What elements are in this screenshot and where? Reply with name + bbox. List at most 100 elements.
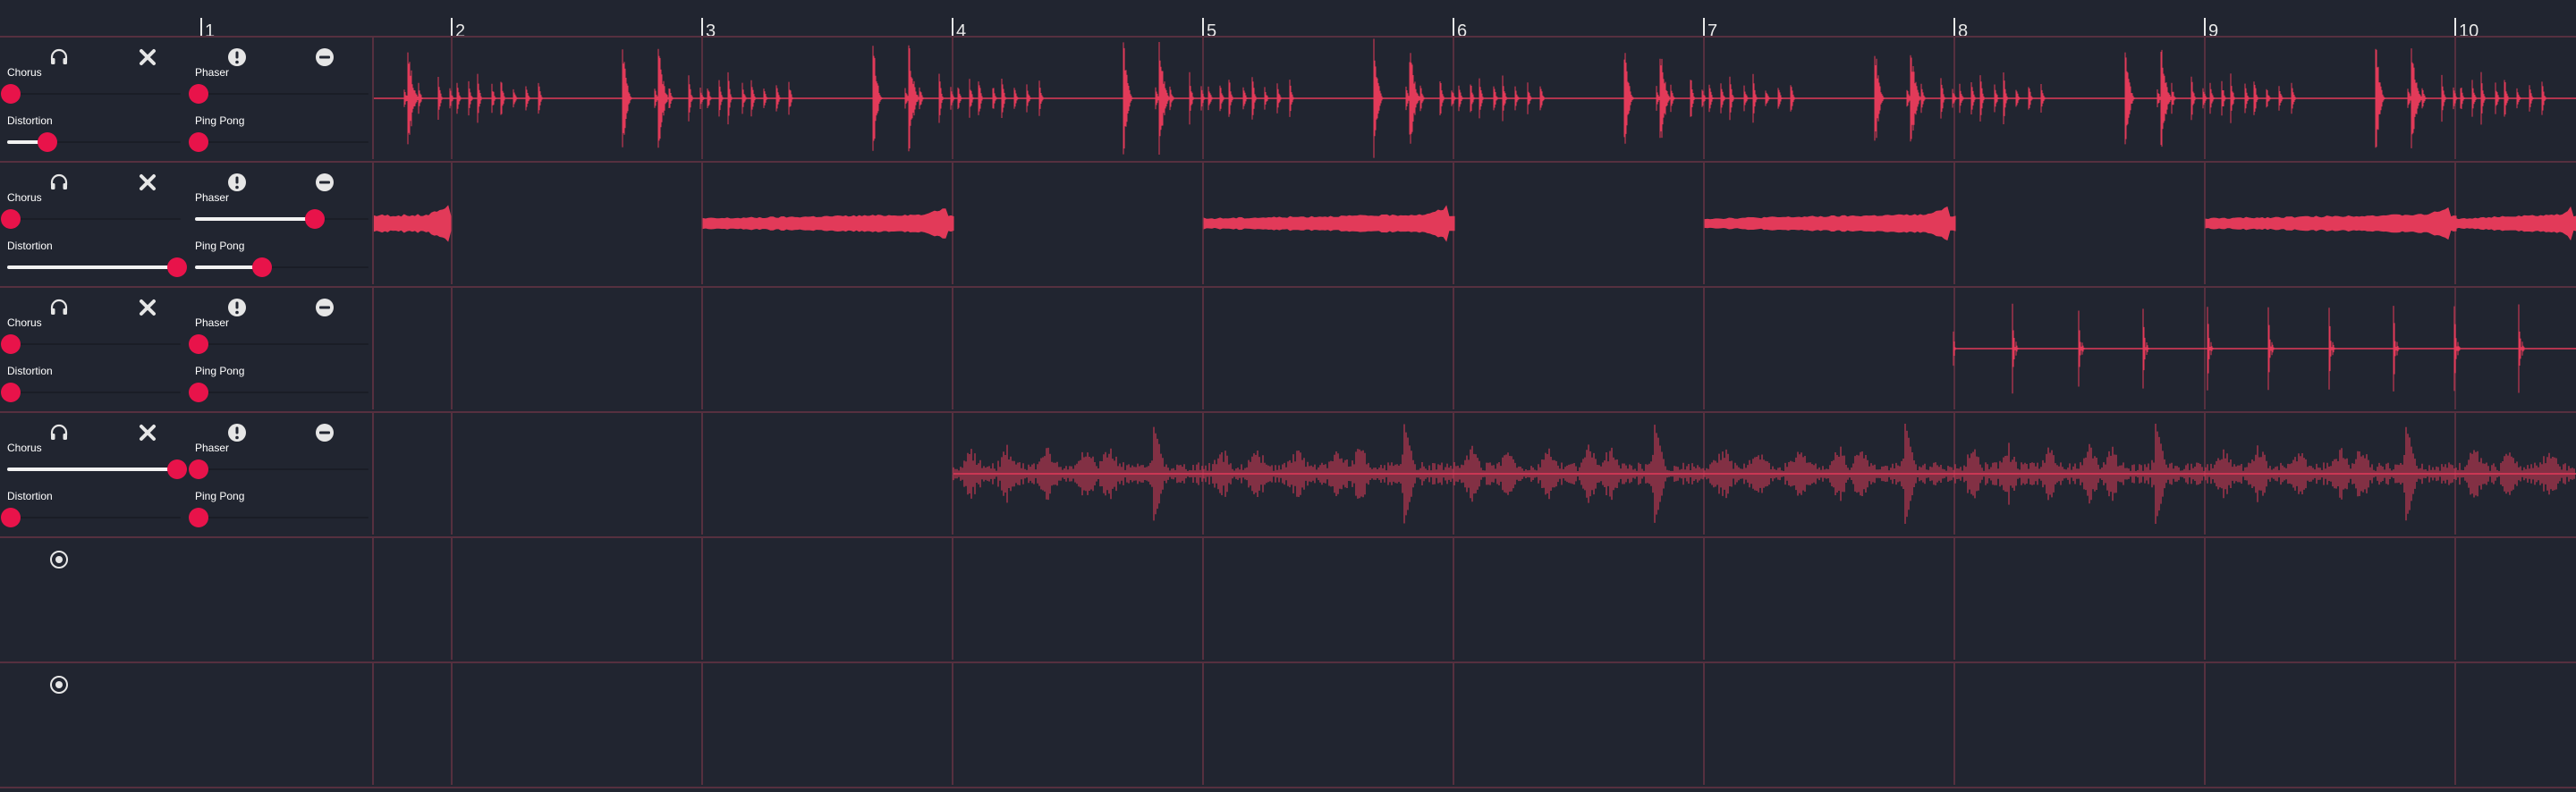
phaser-slider-knob[interactable] xyxy=(189,459,208,479)
chorus-label: Chorus xyxy=(7,316,42,329)
alert-icon[interactable] xyxy=(226,172,248,193)
record-icon[interactable] xyxy=(48,674,70,695)
track-lane[interactable] xyxy=(374,413,2576,535)
pingpong-slider[interactable] xyxy=(189,129,369,156)
pad-clip xyxy=(2205,206,2457,240)
track-row: Chorus Phaser Distortion Ping Pong xyxy=(0,286,2576,409)
headphones-icon[interactable] xyxy=(48,172,70,193)
chorus-label: Chorus xyxy=(7,66,42,79)
phaser-slider[interactable] xyxy=(189,331,369,358)
track-controls: Chorus Phaser Distortion Ping Pong xyxy=(0,38,374,159)
track-row: Chorus Phaser Distortion Ping Pong xyxy=(0,411,2576,535)
chorus-control: Chorus xyxy=(1,191,186,240)
close-icon[interactable] xyxy=(137,46,158,68)
alert-icon[interactable] xyxy=(226,46,248,68)
phaser-slider-track[interactable] xyxy=(195,93,369,95)
pingpong-control: Ping Pong xyxy=(189,114,374,163)
close-icon[interactable] xyxy=(137,422,158,443)
phaser-slider-knob[interactable] xyxy=(189,334,208,354)
distortion-slider-knob[interactable] xyxy=(1,508,21,527)
chorus-slider[interactable] xyxy=(1,331,181,358)
track-row xyxy=(0,661,2576,785)
phaser-control: Phaser xyxy=(189,316,374,365)
phaser-slider-fill xyxy=(195,217,312,221)
chorus-slider[interactable] xyxy=(7,456,187,483)
close-icon[interactable] xyxy=(137,172,158,193)
phaser-label: Phaser xyxy=(195,316,230,329)
bar-tick xyxy=(2204,18,2206,36)
lane-canvas xyxy=(451,288,2576,409)
headphones-icon[interactable] xyxy=(48,297,70,318)
headphones-icon[interactable] xyxy=(48,46,70,68)
track-lane[interactable] xyxy=(374,538,2576,660)
distortion-slider-knob[interactable] xyxy=(37,132,57,152)
phaser-slider-track[interactable] xyxy=(195,343,369,345)
headphones-icon[interactable] xyxy=(48,422,70,443)
distortion-slider[interactable] xyxy=(7,254,187,281)
lane-canvas xyxy=(451,663,2456,785)
track-lane[interactable] xyxy=(374,663,2576,785)
pingpong-slider[interactable] xyxy=(195,254,369,281)
distortion-slider-knob[interactable] xyxy=(1,383,21,402)
close-icon[interactable] xyxy=(137,297,158,318)
phaser-slider[interactable] xyxy=(189,456,369,483)
distortion-control: Distortion xyxy=(1,490,186,538)
chorus-slider-track[interactable] xyxy=(7,343,181,345)
pingpong-slider[interactable] xyxy=(189,504,369,531)
phaser-slider-knob[interactable] xyxy=(305,209,326,229)
pingpong-slider-knob[interactable] xyxy=(189,132,208,152)
pingpong-slider-knob[interactable] xyxy=(251,257,272,277)
bar-tick xyxy=(1953,18,1955,36)
track-lane[interactable] xyxy=(374,288,2576,409)
alert-icon[interactable] xyxy=(226,297,248,318)
timeline-ruler[interactable]: 1 2 3 4 5 6 7 8 9 10 xyxy=(0,0,2576,41)
minus-circle-icon[interactable] xyxy=(314,422,335,443)
distortion-slider-knob[interactable] xyxy=(167,257,187,277)
distortion-slider[interactable] xyxy=(1,504,181,531)
chorus-slider[interactable] xyxy=(1,206,181,232)
distortion-slider-track[interactable] xyxy=(7,517,181,518)
chorus-slider-track[interactable] xyxy=(7,218,181,220)
phaser-slider[interactable] xyxy=(189,80,369,107)
pingpong-slider[interactable] xyxy=(189,379,369,406)
hit-clip xyxy=(2393,306,2401,392)
minus-circle-icon[interactable] xyxy=(314,46,335,68)
distortion-slider-track[interactable] xyxy=(7,392,181,393)
pingpong-slider-track[interactable] xyxy=(195,517,369,518)
pingpong-slider-fill xyxy=(195,265,258,269)
pingpong-control: Ping Pong xyxy=(189,365,374,413)
chorus-slider-knob[interactable] xyxy=(1,209,21,229)
chorus-slider-track[interactable] xyxy=(7,93,181,95)
chorus-label: Chorus xyxy=(7,191,42,204)
phaser-slider[interactable] xyxy=(195,206,369,232)
pingpong-slider-track[interactable] xyxy=(195,392,369,393)
track-lane[interactable] xyxy=(374,163,2576,284)
chorus-control: Chorus xyxy=(1,66,186,114)
pingpong-control: Ping Pong xyxy=(195,240,374,288)
phaser-label: Phaser xyxy=(195,66,230,79)
minus-circle-icon[interactable] xyxy=(314,297,335,318)
phaser-slider-knob[interactable] xyxy=(189,84,208,104)
pingpong-slider-knob[interactable] xyxy=(189,383,208,402)
distortion-slider[interactable] xyxy=(1,379,181,406)
distortion-control: Distortion xyxy=(1,365,186,413)
chorus-slider-knob[interactable] xyxy=(167,459,187,479)
alert-icon[interactable] xyxy=(226,422,248,443)
pingpong-label: Ping Pong xyxy=(195,490,245,502)
phaser-slider-track[interactable] xyxy=(195,468,369,470)
bar-tick xyxy=(2454,18,2456,36)
chorus-slider-knob[interactable] xyxy=(1,84,21,104)
track-lane[interactable] xyxy=(374,38,2576,159)
track-row: Chorus Phaser Distortion Ping Pong xyxy=(0,36,2576,159)
chorus-slider[interactable] xyxy=(1,80,181,107)
minus-circle-icon[interactable] xyxy=(314,172,335,193)
distortion-slider[interactable] xyxy=(7,129,181,156)
pingpong-slider-knob[interactable] xyxy=(189,508,208,527)
chorus-slider-knob[interactable] xyxy=(1,334,21,354)
pingpong-slider-track[interactable] xyxy=(195,141,369,143)
noise-clip xyxy=(953,424,2575,524)
bar-tick xyxy=(1703,18,1705,36)
chorus-label: Chorus xyxy=(7,442,42,454)
bar-tick xyxy=(952,18,953,36)
record-icon[interactable] xyxy=(48,549,70,570)
